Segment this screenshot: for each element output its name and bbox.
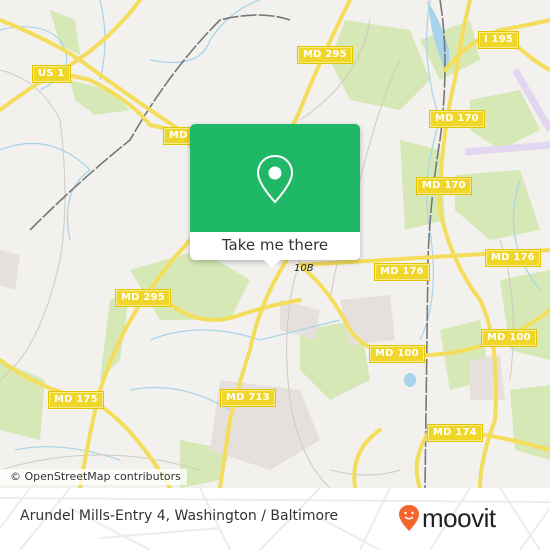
road-shield-i-195: I 195 bbox=[479, 32, 519, 48]
road-shield-md-175: MD 175 bbox=[49, 392, 103, 408]
location-pin-icon bbox=[256, 154, 294, 204]
lake bbox=[404, 373, 416, 387]
road-shield-md-170: MD 170 bbox=[430, 111, 484, 127]
moovit-wordmark: moovit bbox=[422, 502, 496, 533]
road-shield-md: MD bbox=[164, 128, 193, 144]
road-shield-md-176: MD 176 bbox=[486, 250, 540, 266]
road-shield-md-176: MD 176 bbox=[375, 264, 429, 280]
popup-pointer bbox=[263, 259, 281, 268]
location-title: Arundel Mills-Entry 4, Washington / Balt… bbox=[20, 508, 339, 524]
road-shield-md-174: MD 174 bbox=[428, 425, 482, 441]
take-me-there-button[interactable]: Take me there bbox=[190, 232, 360, 260]
road-shield-md-170: MD 170 bbox=[417, 178, 471, 194]
footer: Arundel Mills-Entry 4, Washington / Balt… bbox=[0, 488, 550, 550]
road-shield-md-295: MD 295 bbox=[116, 290, 170, 306]
map[interactable]: US 1 MD MD 295 I 195 MD 170 MD 170 MD 29… bbox=[0, 0, 550, 488]
moovit-smiley-pin-icon bbox=[399, 505, 419, 531]
road-shield-us-1: US 1 bbox=[33, 66, 70, 82]
moovit-logo[interactable]: moovit bbox=[398, 500, 496, 536]
map-attribution[interactable]: © OpenStreetMap contributors bbox=[0, 469, 187, 485]
exit-label: 10B bbox=[294, 263, 314, 274]
destination-popup[interactable]: Take me there bbox=[190, 124, 360, 268]
road-shield-md-713: MD 713 bbox=[221, 390, 275, 406]
popup-header bbox=[190, 124, 360, 232]
road-shield-md-100: MD 100 bbox=[370, 346, 424, 362]
road-shield-md-295: MD 295 bbox=[298, 47, 352, 63]
road-shield-md-100: MD 100 bbox=[482, 330, 536, 346]
